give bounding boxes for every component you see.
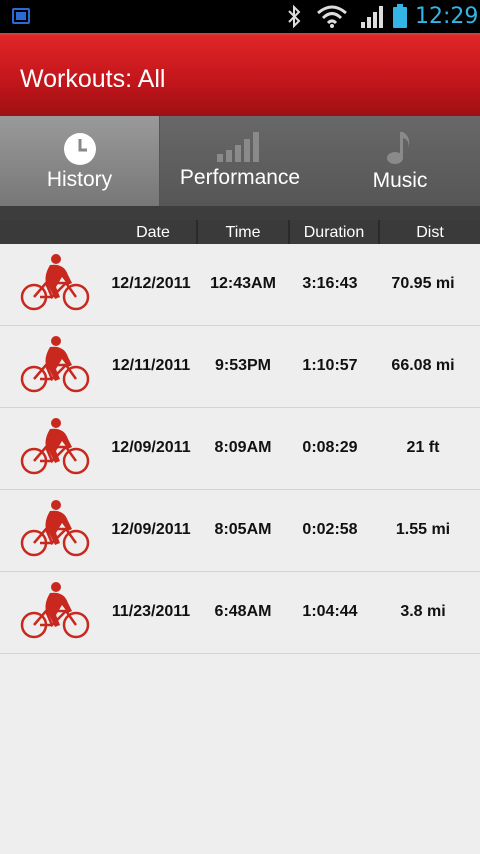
cyclist-icon [20, 336, 90, 393]
workout-distance: 66.08 mi [391, 357, 455, 374]
workout-date: 12/09/2011 [111, 521, 191, 538]
tab-performance-label: Performance [179, 166, 301, 189]
column-date: Date [136, 224, 170, 241]
workout-date: 12/09/2011 [111, 439, 191, 456]
table-header: Date Time Duration Dist [0, 220, 480, 244]
cyclist-icon [20, 582, 90, 639]
music-note-icon [387, 132, 410, 164]
tab-history-label: History [46, 168, 113, 191]
workout-row[interactable]: 12/09/2011 8:09AM 0:08:29 21 ft [0, 408, 480, 490]
workout-duration: 3:16:43 [302, 275, 358, 292]
battery-icon [393, 4, 407, 28]
column-duration: Duration [303, 224, 365, 241]
workout-date: 12/11/2011 [111, 357, 191, 374]
bluetooth-icon [288, 4, 301, 29]
wifi-icon [317, 5, 347, 28]
workout-time: 8:05AM [214, 521, 272, 538]
workout-time: 6:48AM [214, 603, 272, 620]
tab-music[interactable]: Music [320, 116, 480, 206]
tab-performance[interactable]: Performance [160, 116, 320, 206]
column-dist: Dist [416, 224, 444, 241]
workout-list: 12/12/2011 12:43AM 3:16:43 70.95 mi 12/1… [0, 244, 480, 654]
status-bar: 12:29 [0, 0, 480, 33]
cyclist-icon [20, 418, 90, 475]
workout-row[interactable]: 12/11/2011 9:53PM 1:10:57 66.08 mi [0, 326, 480, 408]
workout-duration: 0:02:58 [302, 521, 358, 538]
workout-time: 8:09AM [214, 439, 272, 456]
tab-music-label: Music [372, 169, 428, 192]
workout-date: 11/23/2011 [111, 603, 191, 620]
workout-time: 9:53PM [214, 357, 272, 374]
workout-duration: 1:10:57 [302, 357, 358, 374]
bar-signal-icon [217, 132, 259, 162]
workout-distance: 21 ft [406, 439, 440, 456]
workout-distance: 1.55 mi [395, 521, 451, 538]
workout-date: 12/12/2011 [111, 275, 191, 292]
workout-duration: 0:08:29 [302, 439, 358, 456]
workout-row[interactable]: 12/09/2011 8:05AM 0:02:58 1.55 mi [0, 490, 480, 572]
status-time: 12:29 [415, 4, 479, 29]
workout-duration: 1:04:44 [302, 603, 358, 620]
workout-time: 12:43AM [210, 275, 276, 292]
tab-history[interactable]: History [0, 116, 160, 206]
workout-distance: 70.95 mi [391, 275, 455, 292]
workout-row[interactable]: 11/23/2011 6:48AM 1:04:44 3.8 mi [0, 572, 480, 654]
signal-icon [361, 6, 383, 28]
action-bar: Workouts: All [0, 33, 480, 116]
cyclist-icon [20, 254, 90, 311]
clock-icon [63, 133, 96, 165]
workout-distance: 3.8 mi [400, 603, 446, 620]
tab-bar: History Performance Music [0, 116, 480, 220]
notification-icon [12, 8, 30, 24]
workout-row[interactable]: 12/12/2011 12:43AM 3:16:43 70.95 mi [0, 244, 480, 326]
page-title: Workouts: All [20, 65, 166, 93]
column-time: Time [225, 224, 261, 241]
cyclist-icon [20, 500, 90, 557]
